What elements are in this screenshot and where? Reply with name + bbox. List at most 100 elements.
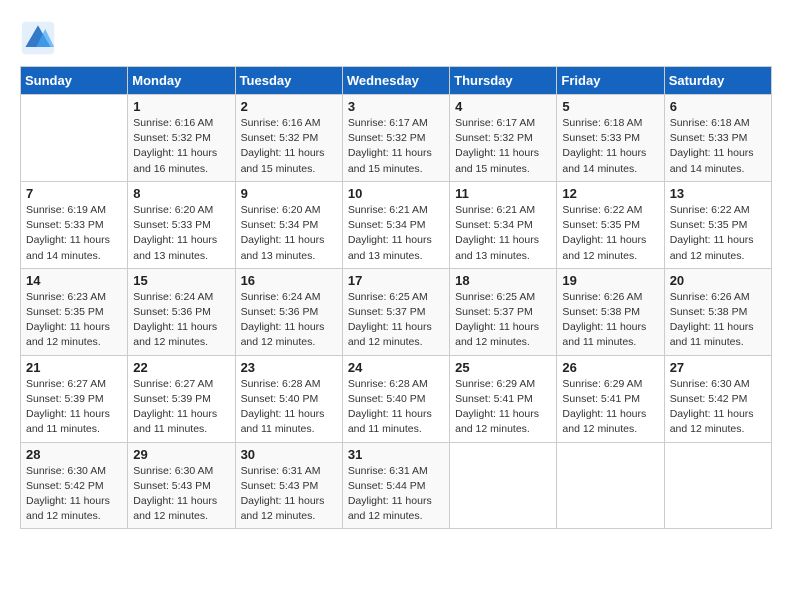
day-number: 30 [241,447,337,462]
day-info: Sunrise: 6:17 AMSunset: 5:32 PMDaylight:… [348,116,444,177]
day-number: 29 [133,447,229,462]
calendar-cell: 17 Sunrise: 6:25 AMSunset: 5:37 PMDayligh… [342,268,449,355]
day-number: 2 [241,99,337,114]
day-number: 20 [670,273,766,288]
day-info: Sunrise: 6:21 AMSunset: 5:34 PMDaylight:… [455,203,551,264]
logo [20,20,60,56]
calendar-cell: 18Sunrise: 6:25 AMSunset: 5:37 PMDayligh… [450,268,557,355]
calendar-cell: 8 Sunrise: 6:20 AMSunset: 5:33 PMDaylight… [128,181,235,268]
calendar-cell: 7Sunrise: 6:19 AMSunset: 5:33 PMDaylight… [21,181,128,268]
day-info: Sunrise: 6:28 AMSunset: 5:40 PMDaylight:… [241,377,337,438]
day-number: 5 [562,99,658,114]
header-day-friday: Friday [557,67,664,95]
day-info: Sunrise: 6:16 AMSunset: 5:32 PMDaylight:… [133,116,229,177]
header-day-thursday: Thursday [450,67,557,95]
calendar-cell: 12 Sunrise: 6:22 AMSunset: 5:35 PMDayligh… [557,181,664,268]
calendar-cell: 19Sunrise: 6:26 AMSunset: 5:38 PMDayligh… [557,268,664,355]
calendar-week-4: 21 Sunrise: 6:27 AMSunset: 5:39 PMDayligh… [21,355,772,442]
day-number: 15 [133,273,229,288]
day-info: Sunrise: 6:21 AMSunset: 5:34 PMDaylight:… [348,203,444,264]
calendar-cell: 9Sunrise: 6:20 AMSunset: 5:34 PMDaylight… [235,181,342,268]
day-info: Sunrise: 6:28 AMSunset: 5:40 PMDaylight:… [348,377,444,438]
day-number: 9 [241,186,337,201]
day-info: Sunrise: 6:31 AMSunset: 5:44 PMDaylight:… [348,464,444,525]
calendar-week-5: 28Sunrise: 6:30 AMSunset: 5:42 PMDayligh… [21,442,772,529]
day-number: 23 [241,360,337,375]
day-info: Sunrise: 6:16 AMSunset: 5:32 PMDaylight:… [241,116,337,177]
day-info: Sunrise: 6:27 AMSunset: 5:39 PMDaylight:… [26,377,122,438]
day-info: Sunrise: 6:25 AMSunset: 5:37 PMDaylight:… [455,290,551,351]
day-number: 21 [26,360,122,375]
header-day-wednesday: Wednesday [342,67,449,95]
day-number: 22 [133,360,229,375]
calendar-cell: 20 Sunrise: 6:26 AMSunset: 5:38 PMDayligh… [664,268,771,355]
day-number: 26 [562,360,658,375]
day-number: 31 [348,447,444,462]
day-info: Sunrise: 6:22 AMSunset: 5:35 PMDaylight:… [670,203,766,264]
calendar-cell: 6 Sunrise: 6:18 AMSunset: 5:33 PMDaylight… [664,95,771,182]
day-number: 24 [348,360,444,375]
day-info: Sunrise: 6:20 AMSunset: 5:33 PMDaylight:… [133,203,229,264]
calendar-cell: 16 Sunrise: 6:24 AMSunset: 5:36 PMDayligh… [235,268,342,355]
day-number: 11 [455,186,551,201]
day-number: 16 [241,273,337,288]
day-number: 13 [670,186,766,201]
calendar-cell [21,95,128,182]
calendar-week-1: 1 Sunrise: 6:16 AMSunset: 5:32 PMDaylight… [21,95,772,182]
calendar-cell: 11 Sunrise: 6:21 AMSunset: 5:34 PMDayligh… [450,181,557,268]
calendar-cell: 4Sunrise: 6:17 AMSunset: 5:32 PMDaylight… [450,95,557,182]
calendar-cell: 30 Sunrise: 6:31 AMSunset: 5:43 PMDayligh… [235,442,342,529]
header-row: SundayMondayTuesdayWednesdayThursdayFrid… [21,67,772,95]
day-info: Sunrise: 6:24 AMSunset: 5:36 PMDaylight:… [241,290,337,351]
calendar-table: SundayMondayTuesdayWednesdayThursdayFrid… [20,66,772,529]
day-number: 3 [348,99,444,114]
day-number: 1 [133,99,229,114]
header-day-tuesday: Tuesday [235,67,342,95]
calendar-cell [664,442,771,529]
calendar-cell: 24 Sunrise: 6:28 AMSunset: 5:40 PMDayligh… [342,355,449,442]
calendar-week-3: 14 Sunrise: 6:23 AMSunset: 5:35 PMDayligh… [21,268,772,355]
day-info: Sunrise: 6:24 AMSunset: 5:36 PMDaylight:… [133,290,229,351]
calendar-header: SundayMondayTuesdayWednesdayThursdayFrid… [21,67,772,95]
calendar-cell: 27 Sunrise: 6:30 AMSunset: 5:42 PMDayligh… [664,355,771,442]
day-number: 6 [670,99,766,114]
calendar-week-2: 7Sunrise: 6:19 AMSunset: 5:33 PMDaylight… [21,181,772,268]
day-info: Sunrise: 6:27 AMSunset: 5:39 PMDaylight:… [133,377,229,438]
day-number: 12 [562,186,658,201]
calendar-cell: 31 Sunrise: 6:31 AMSunset: 5:44 PMDayligh… [342,442,449,529]
day-info: Sunrise: 6:18 AMSunset: 5:33 PMDaylight:… [670,116,766,177]
day-number: 19 [562,273,658,288]
day-number: 10 [348,186,444,201]
day-info: Sunrise: 6:22 AMSunset: 5:35 PMDaylight:… [562,203,658,264]
calendar-cell: 10 Sunrise: 6:21 AMSunset: 5:34 PMDayligh… [342,181,449,268]
day-number: 27 [670,360,766,375]
day-info: Sunrise: 6:29 AMSunset: 5:41 PMDaylight:… [562,377,658,438]
day-info: Sunrise: 6:30 AMSunset: 5:42 PMDaylight:… [670,377,766,438]
day-info: Sunrise: 6:25 AMSunset: 5:37 PMDaylight:… [348,290,444,351]
header-day-sunday: Sunday [21,67,128,95]
day-info: Sunrise: 6:17 AMSunset: 5:32 PMDaylight:… [455,116,551,177]
calendar-cell [450,442,557,529]
calendar-cell: 2 Sunrise: 6:16 AMSunset: 5:32 PMDaylight… [235,95,342,182]
header-day-saturday: Saturday [664,67,771,95]
calendar-cell: 23 Sunrise: 6:28 AMSunset: 5:40 PMDayligh… [235,355,342,442]
day-info: Sunrise: 6:18 AMSunset: 5:33 PMDaylight:… [562,116,658,177]
day-number: 7 [26,186,122,201]
logo-icon [20,20,56,56]
page-header [20,20,772,56]
calendar-cell: 28Sunrise: 6:30 AMSunset: 5:42 PMDayligh… [21,442,128,529]
day-info: Sunrise: 6:30 AMSunset: 5:43 PMDaylight:… [133,464,229,525]
day-number: 25 [455,360,551,375]
day-number: 14 [26,273,122,288]
calendar-cell: 22 Sunrise: 6:27 AMSunset: 5:39 PMDayligh… [128,355,235,442]
calendar-cell: 29 Sunrise: 6:30 AMSunset: 5:43 PMDayligh… [128,442,235,529]
calendar-cell: 25Sunrise: 6:29 AMSunset: 5:41 PMDayligh… [450,355,557,442]
day-number: 17 [348,273,444,288]
calendar-cell: 3 Sunrise: 6:17 AMSunset: 5:32 PMDaylight… [342,95,449,182]
day-info: Sunrise: 6:23 AMSunset: 5:35 PMDaylight:… [26,290,122,351]
day-info: Sunrise: 6:26 AMSunset: 5:38 PMDaylight:… [670,290,766,351]
day-info: Sunrise: 6:31 AMSunset: 5:43 PMDaylight:… [241,464,337,525]
header-day-monday: Monday [128,67,235,95]
calendar-cell: 15 Sunrise: 6:24 AMSunset: 5:36 PMDayligh… [128,268,235,355]
day-number: 8 [133,186,229,201]
